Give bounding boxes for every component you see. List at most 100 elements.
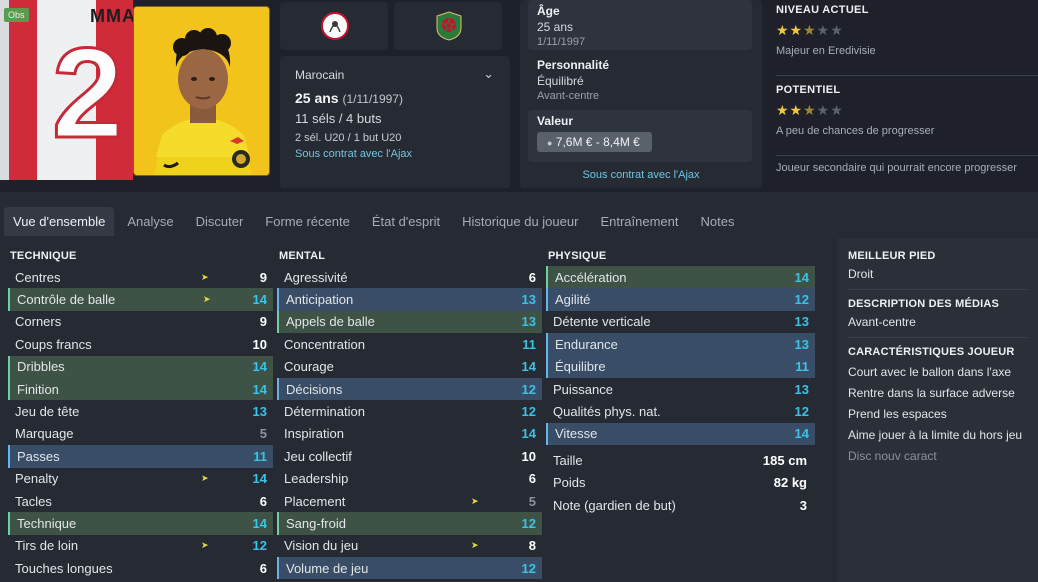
- height-label: Taille: [553, 452, 583, 468]
- player-summary-card: Âge 25 ans 1/11/1997 Personnalité Équili…: [520, 0, 762, 188]
- value-range-text: 7,6M € - 8,4M €: [555, 135, 640, 149]
- attr-name: Concentration: [284, 336, 365, 352]
- attr-row[interactable]: Endurance 13: [546, 333, 815, 356]
- tab-state-of-mind[interactable]: État d'esprit: [363, 207, 449, 236]
- attr-row[interactable]: Technique 14: [8, 512, 273, 535]
- chevron-down-icon[interactable]: ⌄: [483, 66, 494, 82]
- tab-discuss[interactable]: Discuter: [187, 207, 253, 236]
- attr-row[interactable]: Anticipation 13: [277, 288, 542, 311]
- attr-name: Volume de jeu: [286, 560, 369, 576]
- trait-item[interactable]: Court avec le ballon dans l'axe: [848, 365, 1028, 379]
- attr-row[interactable]: Vitesse 14: [546, 422, 815, 446]
- attr-value: 6: [259, 493, 267, 509]
- attr-row[interactable]: Finition 14: [8, 377, 273, 401]
- attr-row[interactable]: Touches longues 6: [8, 557, 273, 579]
- contract-link-secondary[interactable]: Sous contrat avec l'Ajax: [520, 169, 762, 181]
- attr-row[interactable]: Équilibre 11: [546, 355, 815, 378]
- attr-row[interactable]: Qualités phys. nat. 12: [546, 400, 815, 422]
- media-value: Avant-centre: [848, 315, 916, 329]
- add-trait-link[interactable]: Disc nouv caract: [848, 449, 1028, 463]
- mental-title: MENTAL: [279, 250, 326, 262]
- attr-row[interactable]: Appels de balle 13: [277, 310, 542, 334]
- club-badge-slot[interactable]: [280, 2, 388, 50]
- attr-row[interactable]: Décisions 12: [277, 377, 542, 401]
- attr-row[interactable]: Accélération 14: [546, 266, 815, 289]
- technique-list: Centres ➤ 9 Contrôle de balle ➤ 14 Corners 9 …: [8, 266, 273, 579]
- arrow-up-icon: ➤: [201, 540, 209, 551]
- attr-row[interactable]: Inspiration 14: [277, 423, 542, 445]
- attr-name: Dribbles: [17, 359, 65, 375]
- attr-name: Appels de balle: [286, 314, 375, 330]
- attr-name: Qualités phys. nat.: [553, 404, 661, 420]
- height-row: Taille 185 cm: [546, 449, 815, 471]
- personality-value: Équilibré: [537, 74, 584, 88]
- attr-name: Passes: [17, 448, 60, 464]
- attr-value: 14: [521, 359, 536, 375]
- attr-row[interactable]: Puissance 13: [546, 378, 815, 400]
- attr-name: Jeu de tête: [15, 404, 80, 420]
- attr-value: 12: [794, 404, 809, 420]
- attr-row[interactable]: Placement ➤ 5: [277, 490, 542, 512]
- tab-history[interactable]: Historique du joueur: [453, 207, 587, 236]
- nationality: Marocain: [295, 68, 345, 82]
- attr-row[interactable]: Corners 9: [8, 311, 273, 333]
- current-level-stars: ★★★★★: [776, 22, 1038, 39]
- gk-rating-label: Note (gardien de but): [553, 497, 676, 513]
- trait-item[interactable]: Prend les espaces: [848, 407, 1028, 421]
- attr-value: 12: [252, 538, 267, 554]
- attr-row[interactable]: Agressivité 6: [277, 266, 542, 288]
- attr-row[interactable]: Jeu collectif 10: [277, 445, 542, 467]
- personality-title: Personnalité: [537, 58, 610, 72]
- attr-row[interactable]: Contrôle de balle ➤ 14: [8, 288, 273, 311]
- attr-name: Jeu collectif: [284, 448, 352, 464]
- attr-name: Détermination: [284, 404, 365, 420]
- attr-value: 13: [794, 336, 809, 352]
- age-title: Âge: [537, 4, 560, 18]
- attr-name: Touches longues: [15, 560, 113, 576]
- attr-row[interactable]: Dribbles 14: [8, 355, 273, 378]
- obs-badge[interactable]: Obs: [4, 8, 29, 22]
- attr-name: Coups francs: [15, 336, 92, 352]
- nation-badge-slot[interactable]: [394, 2, 502, 50]
- attr-row[interactable]: Coups francs 10: [8, 333, 273, 355]
- attr-row[interactable]: Leadership 6: [277, 468, 542, 490]
- attr-row[interactable]: Jeu de tête 13: [8, 400, 273, 422]
- attr-name: Équilibre: [555, 359, 606, 375]
- age-line: 25 ans (1/11/1997): [295, 90, 495, 106]
- attr-row[interactable]: Volume de jeu 12: [277, 557, 542, 580]
- weight-row: Poids 82 kg: [546, 472, 815, 494]
- attr-row[interactable]: Agilité 12: [546, 288, 815, 311]
- attr-name: Endurance: [555, 336, 618, 352]
- attr-row[interactable]: Détente verticale 13: [546, 311, 815, 333]
- attr-value: 14: [252, 292, 267, 308]
- tab-analysis[interactable]: Analyse: [118, 207, 182, 236]
- attr-row[interactable]: Détermination 12: [277, 400, 542, 422]
- attr-value: 6: [528, 471, 536, 487]
- attr-value: 12: [521, 381, 536, 397]
- half-star-icon: ★: [803, 22, 817, 38]
- trait-item[interactable]: Rentre dans la surface adverse: [848, 386, 1028, 400]
- attr-row[interactable]: Vision du jeu ➤ 8: [277, 535, 542, 557]
- attr-row[interactable]: Centres ➤ 9: [8, 266, 273, 288]
- current-level-title: NIVEAU ACTUEL: [776, 4, 869, 16]
- attr-row[interactable]: Tacles 6: [8, 490, 273, 512]
- contract-link[interactable]: Sous contrat avec l'Ajax: [295, 148, 495, 160]
- tab-notes[interactable]: Notes: [691, 207, 743, 236]
- attr-row[interactable]: Sang-froid 12: [277, 512, 542, 535]
- attr-row[interactable]: Penalty ➤ 14: [8, 468, 273, 490]
- international-caps: 11 séls / 4 buts: [295, 111, 382, 126]
- attr-row[interactable]: Tirs de loin ➤ 12: [8, 535, 273, 557]
- value-range[interactable]: ● 7,6M € - 8,4M €: [537, 132, 652, 152]
- tab-overview[interactable]: Vue d'ensemble: [4, 206, 115, 236]
- attr-value: 14: [794, 426, 809, 442]
- tab-training[interactable]: Entraînement: [591, 207, 687, 236]
- attr-row[interactable]: Passes 11: [8, 445, 273, 468]
- attr-row[interactable]: Concentration 11: [277, 333, 542, 355]
- attr-name: Courage: [284, 359, 334, 375]
- trait-item[interactable]: Aime jouer à la limite du hors jeu: [848, 428, 1028, 442]
- attr-row[interactable]: Marquage 5: [8, 423, 273, 445]
- attr-value: 10: [521, 448, 536, 464]
- height-value: 185 cm: [762, 452, 807, 468]
- tab-recent-form[interactable]: Forme récente: [256, 207, 359, 236]
- attr-row[interactable]: Courage 14: [277, 356, 542, 378]
